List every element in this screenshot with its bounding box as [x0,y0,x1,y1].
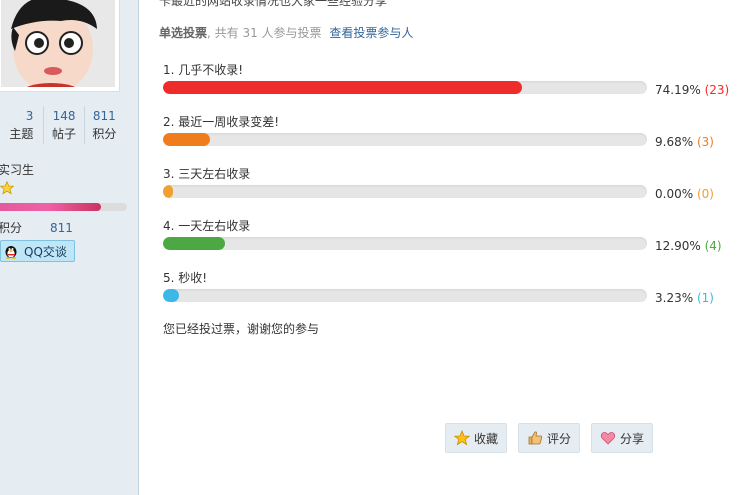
qq-penguin-icon [5,246,17,259]
poll-option-bar-fill [163,185,173,198]
poll-option-label: 2. 最近一周收录变差! [163,115,280,129]
poll-option-bar [163,237,647,250]
stat-threads-label: 主题 [9,127,34,141]
poll-option-count: (1) [696,291,714,305]
stat-posts-value: 148 [52,109,76,123]
poll-option-bar-fill [163,237,226,250]
poll-option-bar-fill [163,289,179,302]
star-icon [454,430,470,446]
user-rank[interactable]: 实习生 [0,161,34,178]
thumbs-up-icon [528,431,543,445]
stat-points-value: 811 [92,109,116,123]
poll-option-percent: 3.23% [655,291,694,305]
favorite-button[interactable]: 收藏 [445,423,508,453]
poll-option-result: 3.23% (1) [655,291,714,305]
star-icon [0,181,14,195]
poll-option-percent: 12.90% [655,239,701,253]
poll-option-percent: 0.00% [655,187,694,201]
poll-option-count: (3) [696,135,714,149]
poll-option-count: (4) [704,239,722,253]
poll-option-percent: 9.68% [655,135,694,149]
poll-type: 单选投票 [159,26,208,40]
poll-option: 2. 最近一周收录变差! 9.68% (3) [163,113,743,153]
user-sidebar: 3 主题 148 帖子 811 积分 实习生 积分 811 QQ交谈 [0,0,139,495]
share-label: 分享 [620,431,645,446]
poll-option-bar [163,289,647,302]
qq-chat-button[interactable]: QQ交谈 [0,240,75,262]
poll-summary: , 共有 31 人参与投票 [207,26,322,40]
poll-option-count: (0) [696,187,714,201]
view-voters-link[interactable]: 查看投票参与人 [329,26,413,40]
stat-points[interactable]: 811 积分 [83,106,124,144]
poll-option-label: 5. 秒收! [163,271,208,285]
poll-option-percent: 74.19% [655,83,701,97]
poll-option-result: 9.68% (3) [655,135,714,149]
stat-threads-value: 3 [25,109,34,123]
stat-threads[interactable]: 3 主题 [0,106,43,144]
poll-option: 1. 几乎不收录! 74.19% (23) [163,61,743,101]
poll-option-bar-fill [163,81,523,94]
poll-option: 4. 一天左右收录 12.90% (4) [163,217,743,257]
avatar-image [1,0,115,87]
poll-option-label: 3. 三天左右收录 [163,167,251,181]
poll-option-bar [163,81,647,94]
favorite-label: 收藏 [474,431,499,446]
points-row: 积分 811 [0,219,73,236]
user-stats: 3 主题 148 帖子 811 积分 [0,106,124,144]
poll-option-bar-fill [163,133,210,146]
cartoon-face-icon [1,0,115,87]
poll-option-count: (23) [704,83,730,97]
stat-posts[interactable]: 148 帖子 [43,106,83,144]
voted-note: 您已经投过票，谢谢您的参与 [163,322,320,336]
stat-points-label: 积分 [92,127,117,141]
poll-option-bar [163,185,647,198]
poll-option-label: 4. 一天左右收录 [163,219,251,233]
poll-option-bar [163,133,647,146]
avatar[interactable] [0,0,120,92]
level-progress-bar [0,203,127,211]
level-progress-fill [0,203,101,211]
stat-posts-label: 帖子 [52,127,77,141]
post-text-cut: 卡最近的网站收录情况也大家一些经验分享 [159,0,388,8]
share-button[interactable]: 分享 [591,423,654,453]
rate-button[interactable]: 评分 [518,423,581,453]
points-value: 811 [50,221,73,235]
poll-header: 单选投票, 共有 31 人参与投票 查看投票参与人 [159,24,413,41]
qq-chat-label: QQ交谈 [24,244,67,259]
poll-option-result: 74.19% (23) [655,83,729,97]
poll-option-result: 12.90% (4) [655,239,722,253]
post-content: 卡最近的网站收录情况也大家一些经验分享 单选投票, 共有 31 人参与投票 查看… [139,0,747,495]
poll-option: 3. 三天左右收录 0.00% (0) [163,165,743,205]
points-label: 积分 [0,221,23,235]
poll-option-label: 1. 几乎不收录! [163,63,244,77]
poll-option: 5. 秒收! 3.23% (1) [163,269,743,309]
poll-option-result: 0.00% (0) [655,187,714,201]
heart-icon [600,432,616,445]
post-actions: 收藏 评分 分享 [445,423,654,453]
rate-label: 评分 [547,431,572,446]
